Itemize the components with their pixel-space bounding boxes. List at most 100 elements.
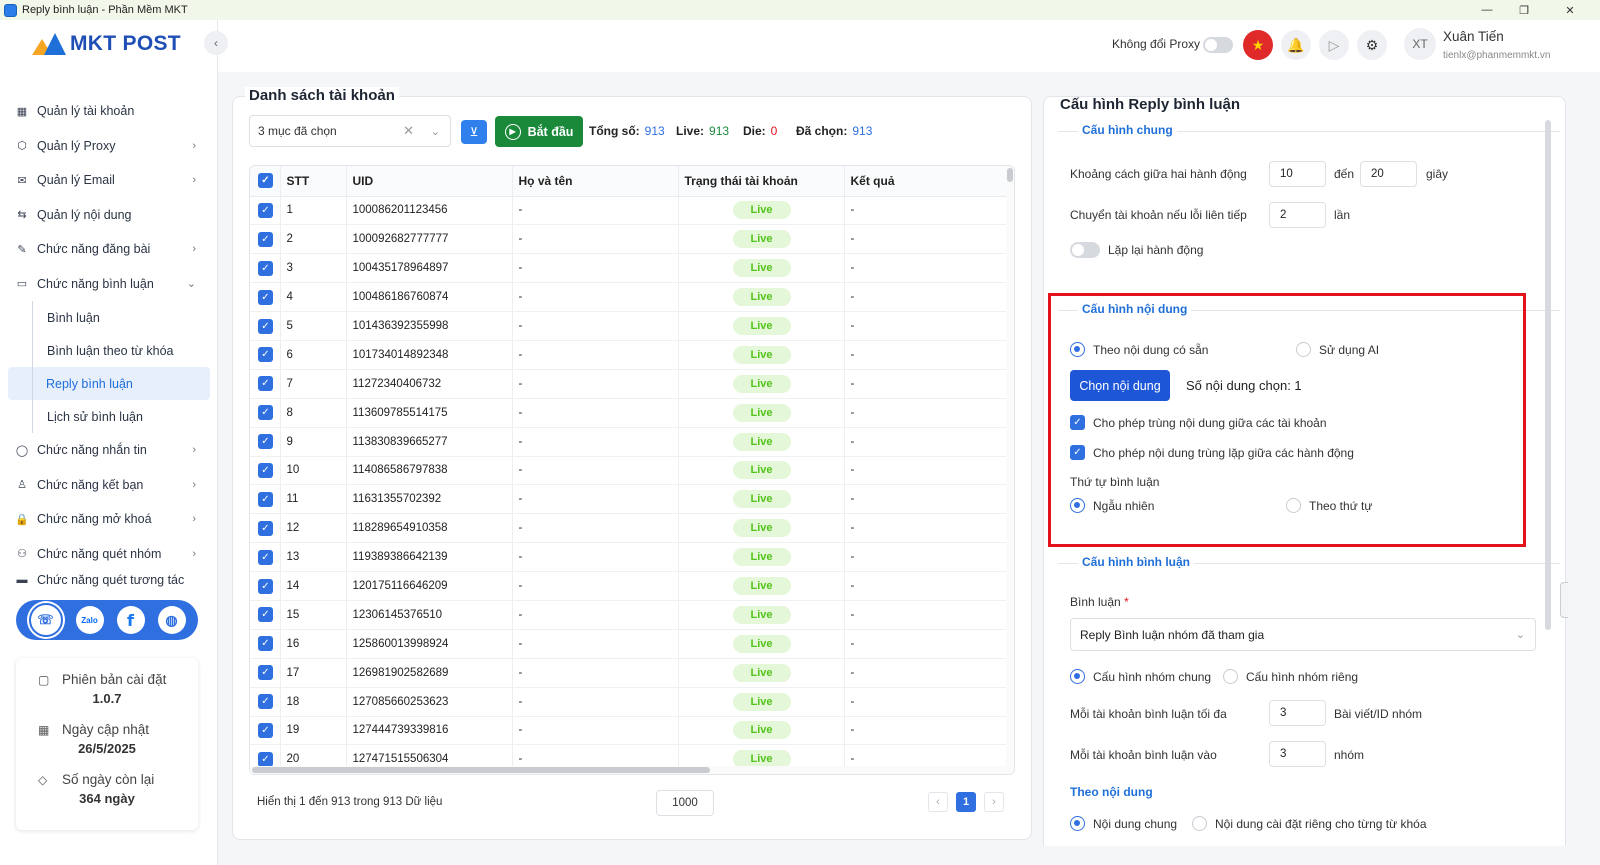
- avatar[interactable]: XT: [1404, 28, 1436, 60]
- row-checkbox[interactable]: ✓: [258, 376, 273, 392]
- row-checkbox[interactable]: ✓: [258, 405, 273, 421]
- delay-from-input[interactable]: 10: [1269, 161, 1326, 187]
- sidebar-item-email[interactable]: ✉ Quản lý Email ›: [8, 163, 210, 198]
- column-header[interactable]: STT: [280, 166, 347, 197]
- row-checkbox[interactable]: ✓: [258, 260, 273, 276]
- row-checkbox[interactable]: ✓: [258, 462, 273, 478]
- table-row[interactable]: ✓ 13 119389386642139- Live -: [250, 542, 1009, 573]
- play-icon[interactable]: ▷: [1319, 30, 1349, 60]
- table-row[interactable]: ✓ 18 127085660253623- Live -: [250, 687, 1009, 717]
- table-row[interactable]: ✓ 15 12306145376510- Live -: [250, 600, 1009, 630]
- page-button-current[interactable]: 1: [956, 792, 976, 812]
- sidebar-item-unlock[interactable]: 🔒 Chức năng mở khoá ›: [8, 502, 210, 537]
- clear-icon[interactable]: ✕: [403, 123, 414, 139]
- row-checkbox[interactable]: ✓: [258, 318, 273, 334]
- bell-icon[interactable]: 🔔: [1281, 30, 1311, 60]
- table-horizontal-scrollbar[interactable]: [250, 766, 1014, 774]
- table-row[interactable]: ✓ 5 101436392355998- Live -: [250, 311, 1009, 341]
- column-header[interactable]: UID: [346, 166, 513, 197]
- table-row[interactable]: ✓ 10 114086586797838- Live -: [250, 456, 1009, 486]
- sidebar-subitem-comment-keyword[interactable]: Bình luận theo từ khóa: [32, 334, 210, 367]
- sidebar-item-friends[interactable]: ♙ Chức năng kết bạn ›: [8, 468, 210, 503]
- table-row[interactable]: ✓ 6 101734014892348- Live -: [250, 340, 1009, 370]
- column-header[interactable]: Họ và tên: [512, 166, 679, 197]
- table-row[interactable]: ✓ 3 100435178964897- Live -: [250, 253, 1009, 284]
- sidebar-subitem-comment-history[interactable]: Lịch sử bình luận: [32, 400, 210, 433]
- gear-icon[interactable]: ⚙: [1357, 30, 1387, 60]
- row-checkbox[interactable]: ✓: [258, 491, 273, 507]
- table-row[interactable]: ✓ 12 118289654910358- Live -: [250, 513, 1009, 544]
- next-page-button[interactable]: ›: [984, 792, 1004, 812]
- table-row[interactable]: ✓ 9 113830839665277- Live -: [250, 427, 1009, 457]
- sidebar-item-accounts[interactable]: ▦ Quản lý tài khoản: [8, 94, 210, 129]
- choose-content-button[interactable]: Chọn nội dung: [1070, 370, 1170, 401]
- close-button[interactable]: ✕: [1548, 0, 1592, 20]
- table-row[interactable]: ✓ 14 120175116646209- Live -: [250, 571, 1009, 601]
- repeat-toggle[interactable]: [1070, 242, 1100, 258]
- row-checkbox[interactable]: ✓: [258, 751, 273, 767]
- radio-content-common[interactable]: [1070, 816, 1085, 831]
- row-checkbox[interactable]: ✓: [258, 347, 273, 363]
- row-checkbox[interactable]: ✓: [258, 549, 273, 565]
- column-header[interactable]: Kết quả: [844, 166, 1009, 197]
- globe-icon[interactable]: ◍: [157, 606, 186, 634]
- radio-order-sequential[interactable]: [1286, 498, 1301, 513]
- column-header[interactable]: Trạng thái tài khoản: [678, 166, 845, 197]
- table-vertical-scrollbar[interactable]: [1006, 166, 1014, 774]
- prev-page-button[interactable]: ‹: [928, 792, 948, 812]
- table-row[interactable]: ✓ 4 100486186760874- Live -: [250, 282, 1009, 313]
- row-checkbox[interactable]: ✓: [258, 231, 273, 247]
- table-row[interactable]: ✓ 19 127444739339816- Live -: [250, 716, 1009, 746]
- sidebar-item-messaging[interactable]: ◯ Chức năng nhắn tin ›: [8, 433, 210, 468]
- radio-existing-content[interactable]: [1070, 342, 1085, 357]
- row-checkbox[interactable]: ✓: [258, 202, 273, 218]
- account-filter-select[interactable]: 3 mục đã chọn ✕ ⌄: [249, 115, 451, 147]
- proxy-toggle[interactable]: [1203, 37, 1233, 53]
- sidebar-item-scan-interaction[interactable]: ▬ Chức năng quét tương tác: [8, 571, 210, 589]
- comment-into-input[interactable]: 3: [1269, 741, 1326, 767]
- sidebar-item-proxy[interactable]: ⬡ Quản lý Proxy ›: [8, 129, 210, 164]
- table-row[interactable]: ✓ 16 125860013998924- Live -: [250, 629, 1009, 659]
- radio-group-private[interactable]: [1223, 669, 1238, 684]
- row-checkbox[interactable]: ✓: [258, 665, 273, 681]
- allow-dup-accounts-checkbox[interactable]: ✓: [1070, 415, 1085, 430]
- facebook-icon[interactable]: f: [116, 606, 145, 634]
- radio-group-common[interactable]: [1070, 669, 1085, 684]
- row-checkbox[interactable]: ✓: [258, 722, 273, 738]
- table-row[interactable]: ✓ 7 11272340406732- Live -: [250, 369, 1009, 399]
- row-checkbox[interactable]: ✓: [258, 520, 273, 536]
- row-checkbox[interactable]: ✓: [258, 607, 273, 623]
- select-all-checkbox[interactable]: ✓: [258, 173, 273, 189]
- radio-order-random[interactable]: [1070, 498, 1085, 513]
- support-icon[interactable]: ☏: [28, 603, 63, 637]
- row-checkbox[interactable]: ✓: [258, 694, 273, 710]
- row-checkbox[interactable]: ✓: [258, 289, 273, 305]
- row-checkbox[interactable]: ✓: [258, 578, 273, 594]
- filter-clear-button[interactable]: ⊻: [461, 120, 487, 144]
- delay-to-input[interactable]: 20: [1360, 161, 1417, 187]
- page-size-input[interactable]: 1000: [656, 790, 714, 816]
- radio-content-keyword[interactable]: [1192, 816, 1207, 831]
- zalo-icon[interactable]: Zalo: [75, 606, 104, 634]
- collapse-sidebar-button[interactable]: ‹: [204, 31, 228, 55]
- radio-use-ai[interactable]: [1296, 342, 1311, 357]
- table-row[interactable]: ✓ 8 113609785514175- Live -: [250, 398, 1009, 428]
- sidebar-subitem-comment[interactable]: Bình luận: [32, 301, 210, 334]
- sidebar-item-comment[interactable]: ▭ Chức năng bình luận ⌄: [8, 267, 210, 302]
- sidebar-item-posting[interactable]: ✎ Chức năng đăng bài ›: [8, 232, 210, 267]
- max-comment-input[interactable]: 3: [1269, 700, 1326, 726]
- sidebar-item-content[interactable]: ⇆ Quản lý nội dung: [8, 198, 210, 233]
- allow-dup-actions-checkbox[interactable]: ✓: [1070, 445, 1085, 460]
- sidebar-item-scan-groups[interactable]: ⚇ Chức năng quét nhóm ›: [8, 537, 210, 572]
- row-checkbox[interactable]: ✓: [258, 636, 273, 652]
- config-scrollbar[interactable]: [1545, 120, 1551, 630]
- maximize-button[interactable]: ❐: [1502, 0, 1546, 20]
- table-row[interactable]: ✓ 2 100092682777777- Live -: [250, 224, 1009, 255]
- start-button[interactable]: ▶ Bắt đầu: [495, 116, 583, 147]
- switch-account-input[interactable]: 2: [1269, 202, 1326, 228]
- table-row[interactable]: ✓ 1 100086201123456- Live -: [250, 196, 1009, 226]
- sidebar-subitem-reply-comment[interactable]: Reply bình luận: [8, 367, 210, 400]
- table-row[interactable]: ✓ 17 126981902582689- Live -: [250, 658, 1009, 688]
- row-checkbox[interactable]: ✓: [258, 434, 273, 450]
- side-drawer-handle[interactable]: [1560, 582, 1568, 618]
